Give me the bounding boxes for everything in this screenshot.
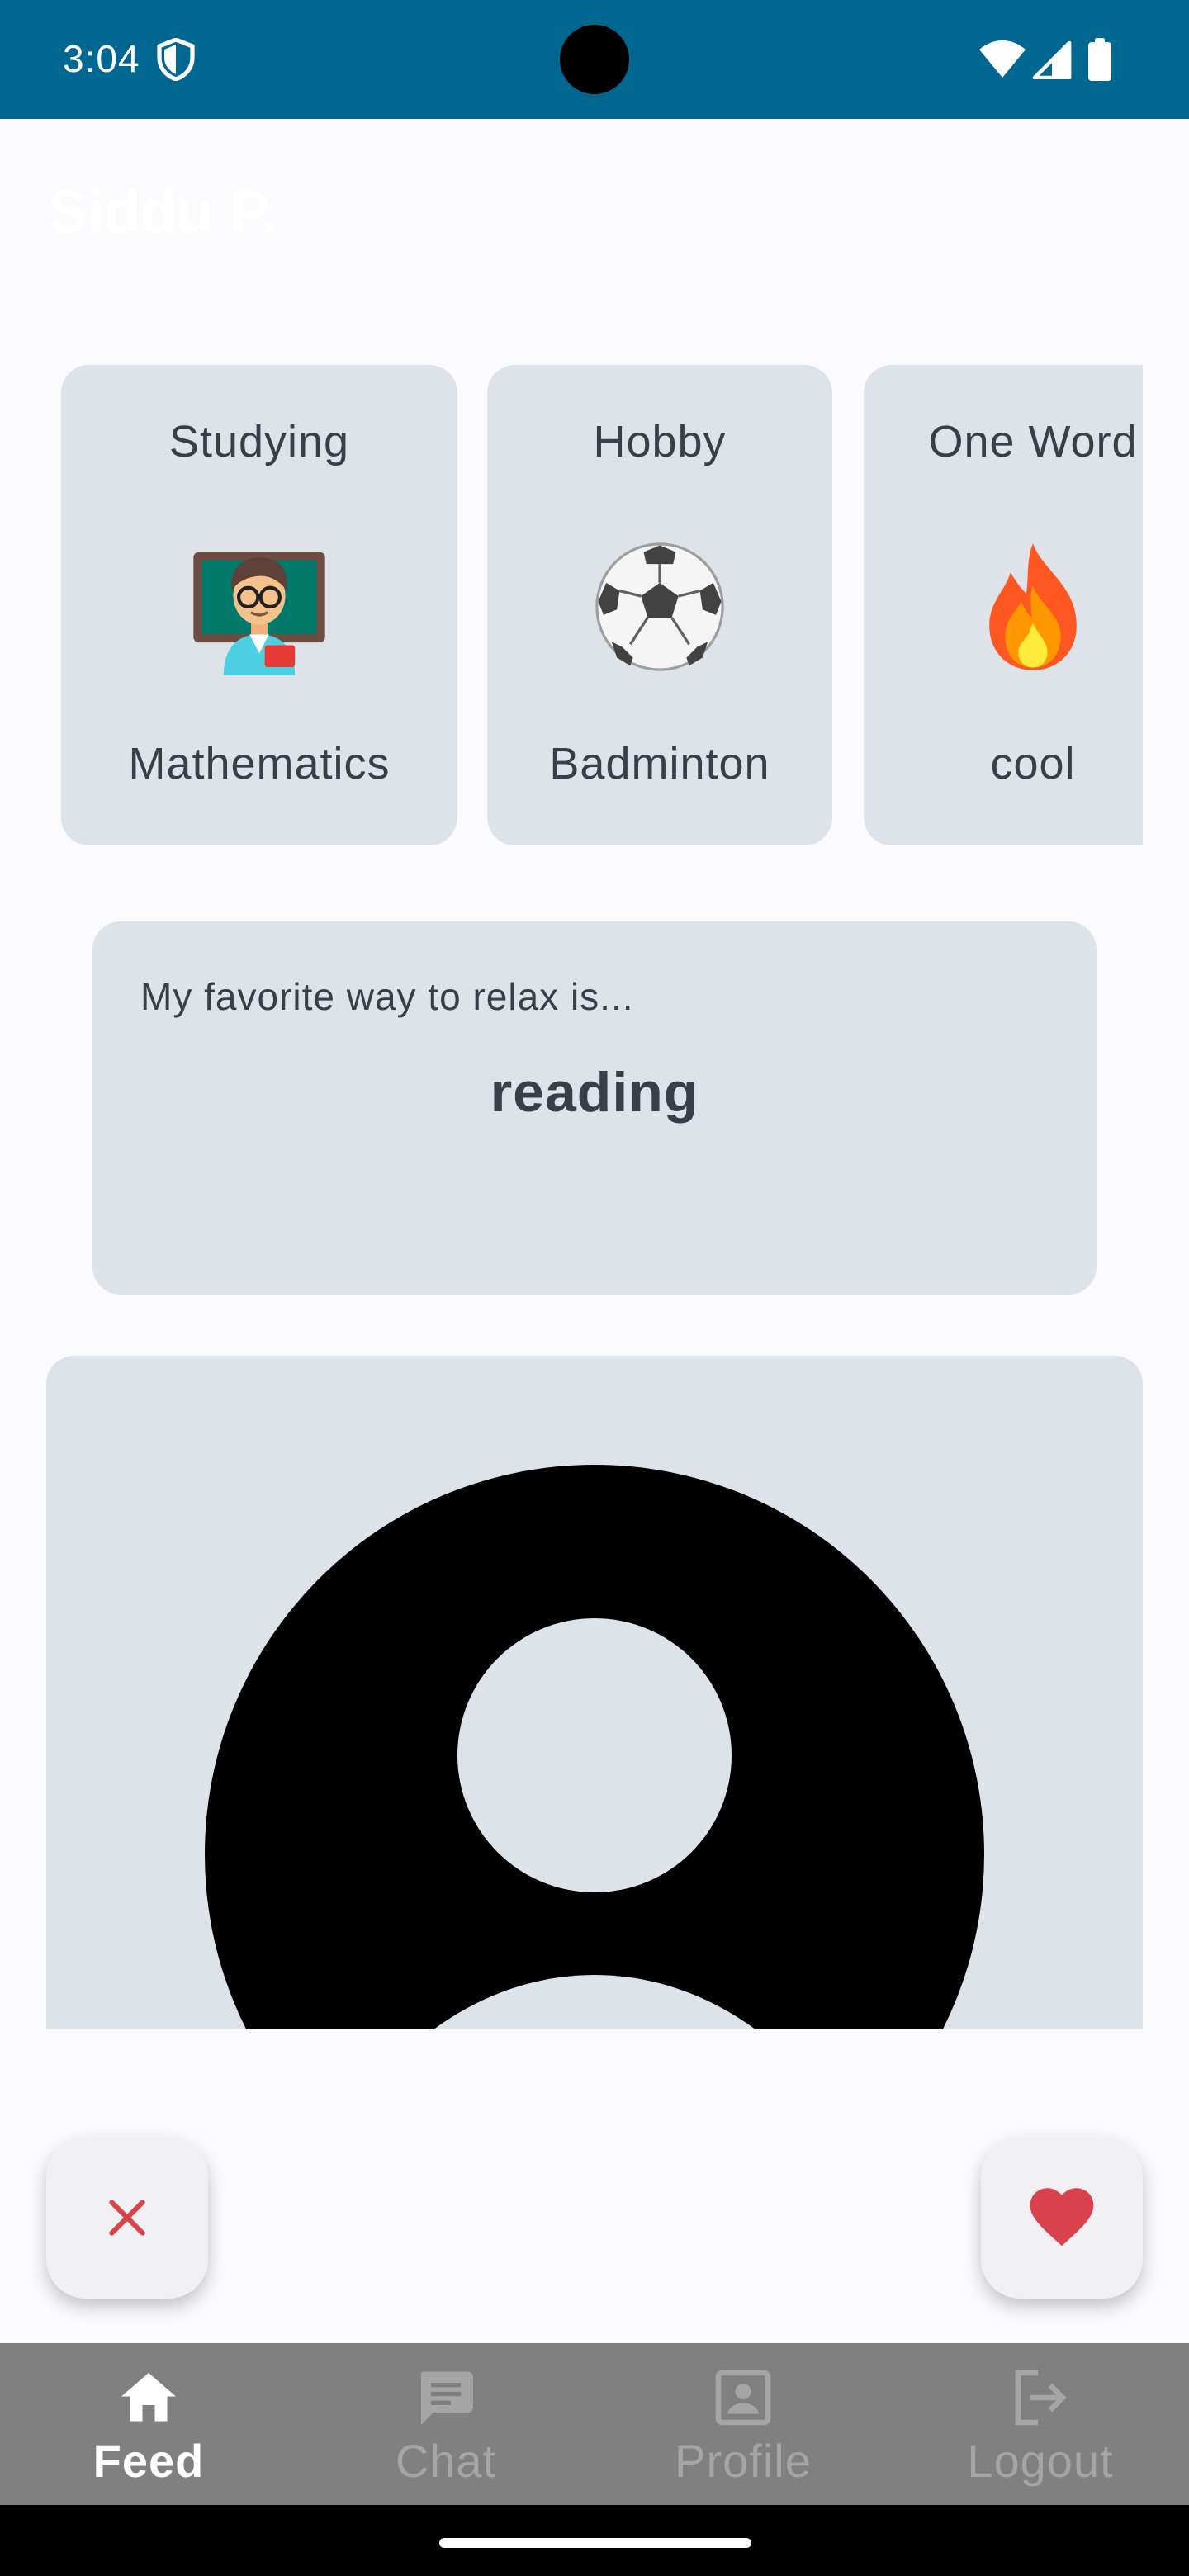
profile-icon: [715, 2370, 771, 2426]
prompt-label: Hobby: [593, 417, 727, 466]
status-time: 3:04: [63, 37, 140, 80]
heart-icon: [1030, 2188, 1094, 2247]
nav-item-chat[interactable]: Chat: [297, 2343, 594, 2505]
logout-icon: [1015, 2370, 1067, 2426]
prompt-card-one-word: One Word cool: [864, 365, 1143, 845]
nav-label: Logout: [967, 2435, 1114, 2487]
profile-name: Siddu P.: [48, 179, 278, 245]
wifi-icon: [979, 40, 1026, 78]
nav-label: Chat: [395, 2435, 497, 2487]
prompt-card-clip: One Word cool: [864, 365, 1143, 845]
prompt-card-studying: Studying Mathematics: [61, 365, 457, 845]
soccer-ball-emoji: [487, 538, 832, 675]
profile-photo-card[interactable]: [46, 1356, 1143, 2029]
prompt-card-hobby: Hobby Badminton: [487, 365, 832, 845]
prompt-value: Mathematics: [128, 739, 391, 788]
nav-label: Profile: [675, 2435, 812, 2487]
like-button[interactable]: [981, 2137, 1143, 2299]
nav-item-logout[interactable]: Logout: [892, 2343, 1189, 2505]
teacher-emoji: [61, 538, 457, 675]
shield-icon: [157, 38, 195, 81]
nav-item-feed[interactable]: Feed: [0, 2343, 297, 2505]
nav-label: Feed: [92, 2435, 205, 2487]
home-gesture-handle[interactable]: [439, 2538, 751, 2548]
default-avatar-icon: [205, 1465, 984, 2029]
prompt-value: Badminton: [549, 739, 770, 788]
prompt-value: cool: [990, 739, 1076, 788]
status-bar: 3:04: [0, 0, 1189, 119]
camera-cutout: [560, 25, 629, 94]
bottom-navigation: Feed Chat Profile Logout: [0, 2343, 1189, 2505]
relax-answer: reading: [490, 1061, 699, 1124]
battery-icon: [1088, 38, 1111, 81]
chat-icon: [421, 2371, 473, 2425]
relax-question: My favorite way to relax is...: [140, 975, 634, 1018]
fire-emoji: [864, 538, 1143, 675]
signal-icon: [1032, 41, 1072, 79]
gesture-navigation-bar: [0, 2505, 1189, 2576]
close-icon: [109, 2200, 145, 2236]
home-icon: [121, 2373, 176, 2422]
relax-prompt-card: My favorite way to relax is... reading: [92, 921, 1097, 1295]
prompt-label: Studying: [168, 417, 350, 466]
dismiss-button[interactable]: [46, 2137, 208, 2299]
nav-item-profile[interactable]: Profile: [594, 2343, 892, 2505]
prompt-label: One Word: [928, 417, 1138, 466]
